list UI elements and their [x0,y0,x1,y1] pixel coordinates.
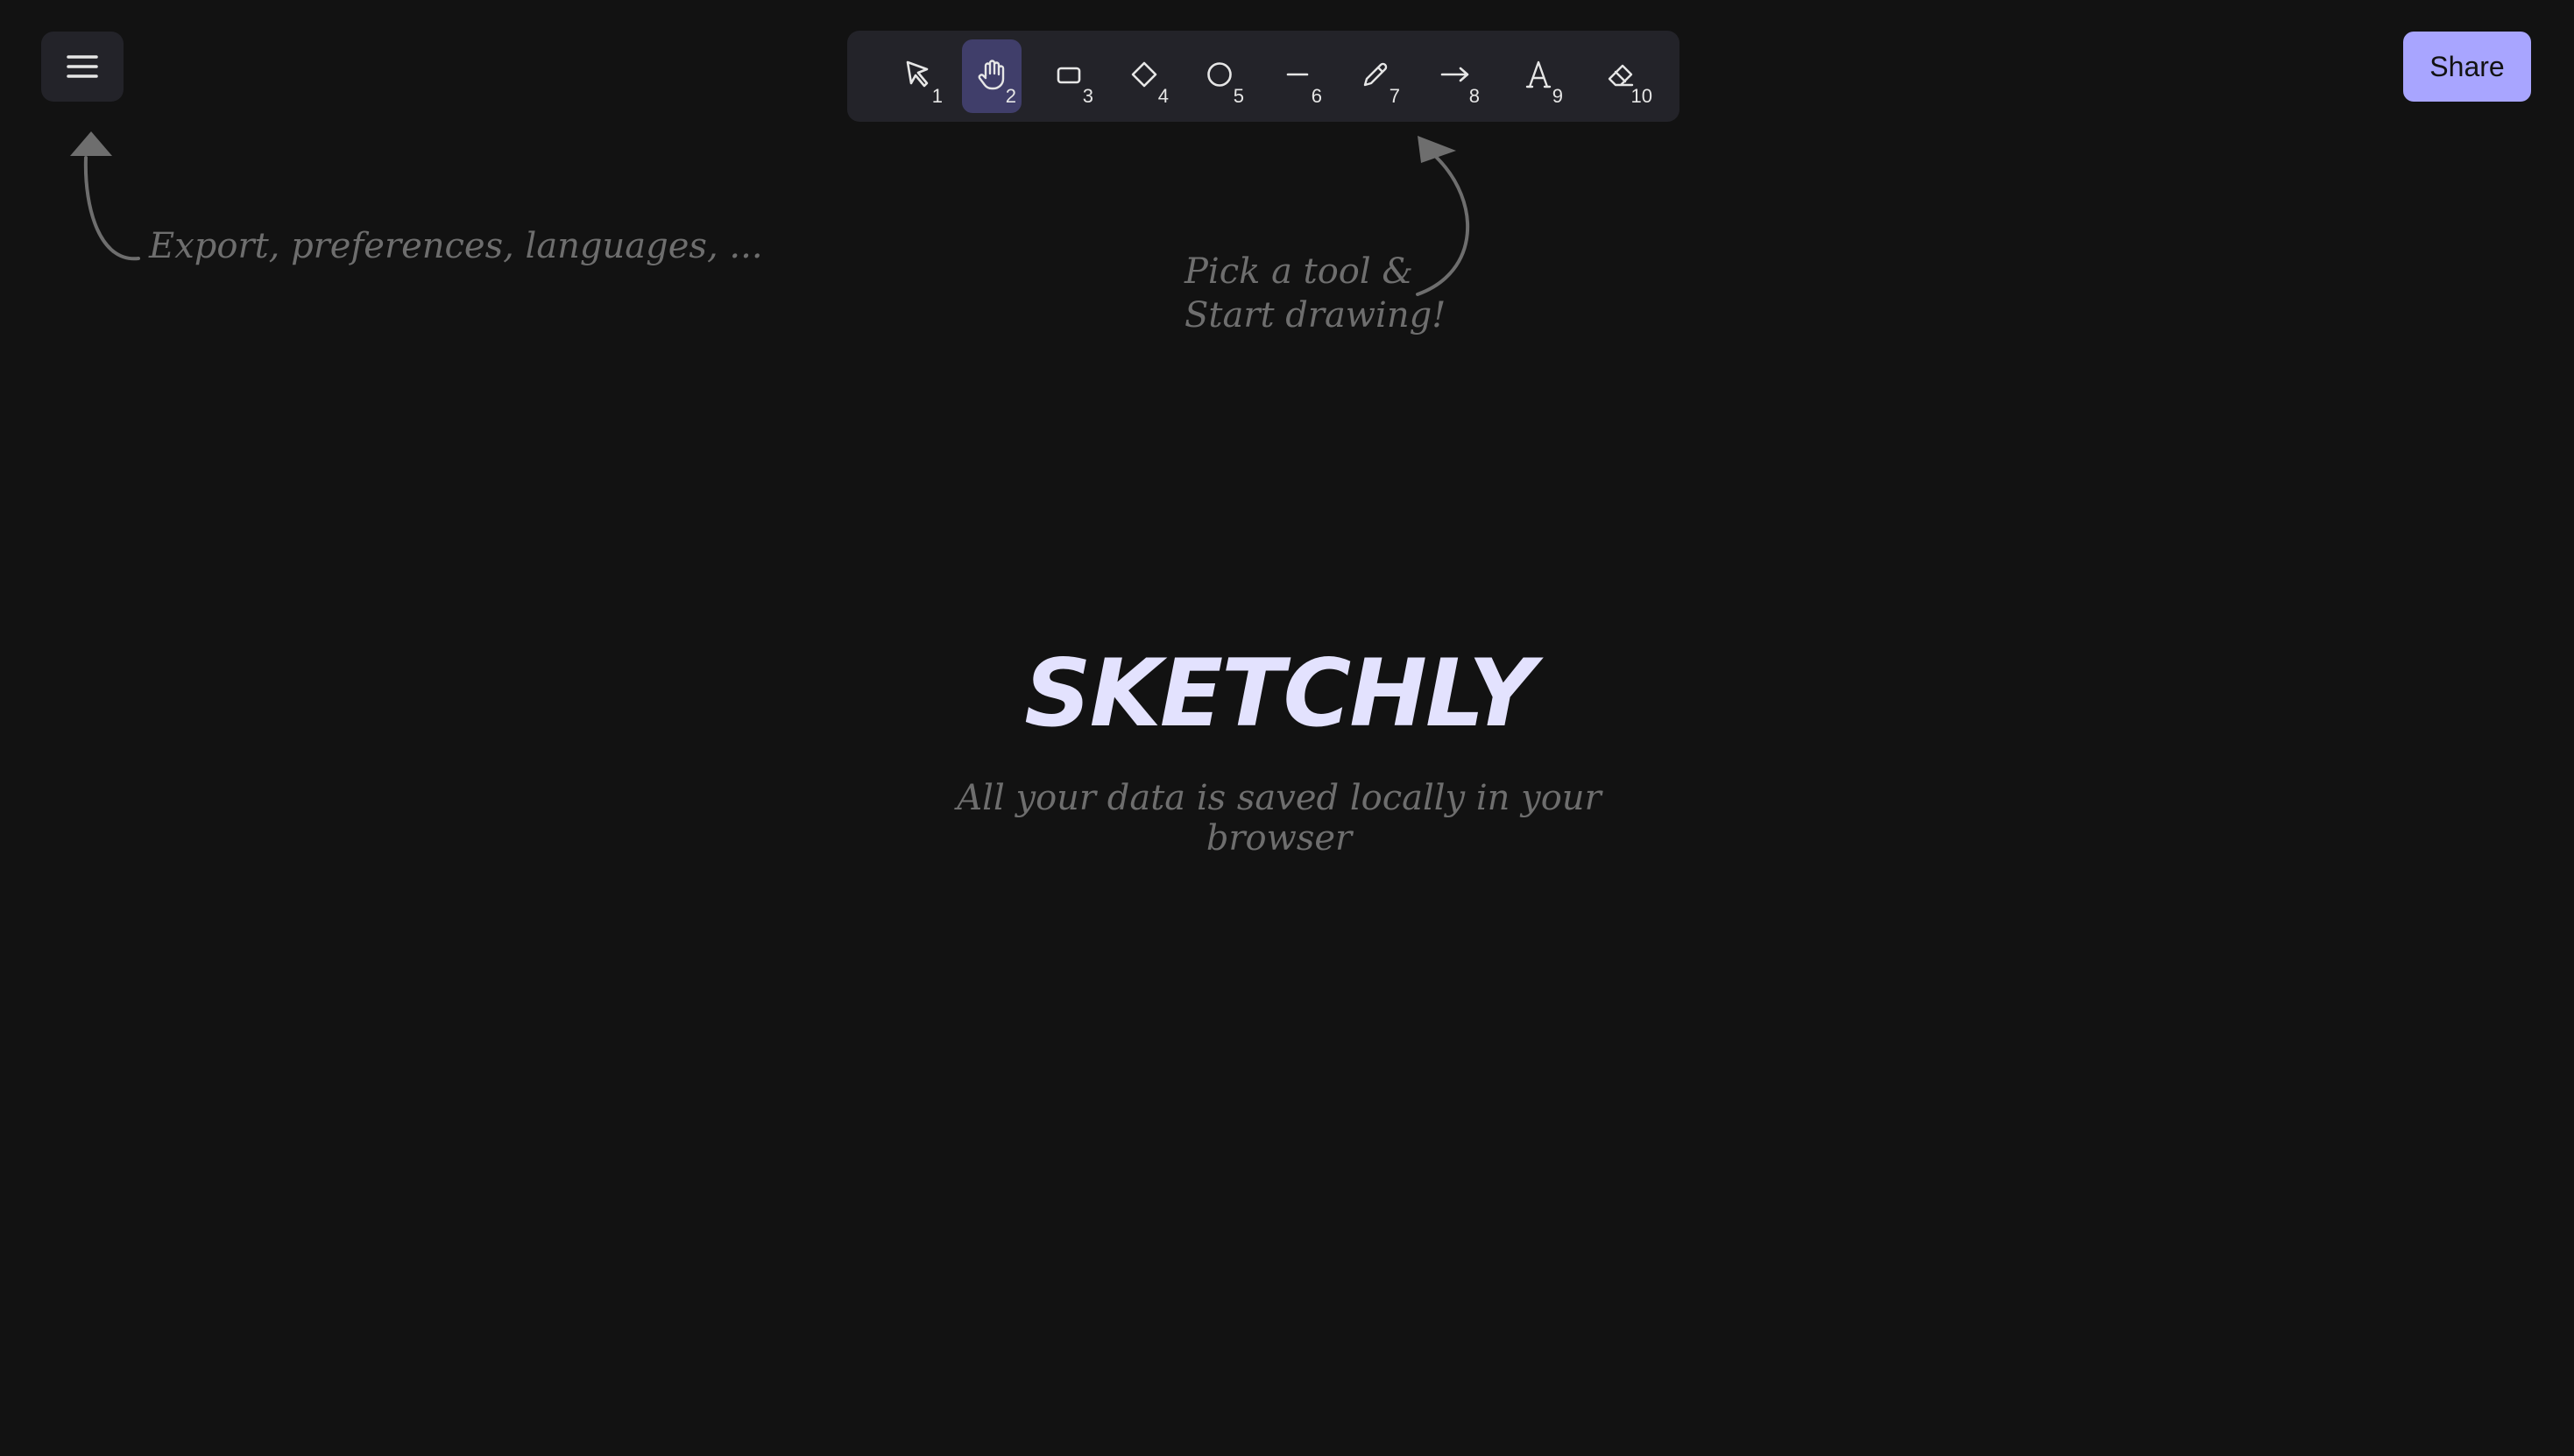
hamburger-menu-icon [67,55,98,78]
tool-key-label: 3 [1082,85,1093,107]
share-button[interactable]: Share [2403,32,2531,102]
tool-key-label: 5 [1233,85,1244,107]
toolbar-hint-line: Start drawing! [1184,295,1446,336]
line-icon [1286,73,1309,76]
tool-key-label: 10 [1630,85,1652,107]
diamond-icon [1131,61,1157,88]
pencil-icon [1363,62,1388,87]
text-icon [1525,60,1552,88]
tool-hand[interactable]: 2 [962,39,1022,113]
tool-selection[interactable]: 1 [888,39,948,113]
toolbar-hint-text: Pick a tool & Start drawing! [1184,250,1446,337]
tool-eraser[interactable]: 10 [1591,39,1658,113]
menu-hint-arrow [70,131,140,261]
tool-diamond[interactable]: 4 [1114,39,1174,113]
tool-arrow[interactable]: 8 [1425,39,1485,113]
pointer-icon [906,60,929,88]
tool-key-label: 8 [1468,85,1480,107]
rectangle-icon [1057,67,1081,84]
tool-key-label: 6 [1311,85,1322,107]
brand-logo-title: SKETCHLY [1024,640,1536,747]
tool-draw[interactable]: 7 [1346,39,1405,113]
tool-line[interactable]: 6 [1268,39,1327,113]
hand-icon [978,60,1005,90]
tool-rectangle[interactable]: 3 [1039,39,1099,113]
toolbar-hint-arrow [1416,136,1470,296]
tool-key-label: 1 [931,85,943,107]
tool-key-label: 7 [1389,85,1400,107]
shapes-toolbar: 1 2 3 4 5 6 7 8 9 10 [847,31,1679,122]
tool-key-label: 4 [1157,85,1169,107]
tool-key-label: 2 [1005,85,1016,107]
tool-text[interactable]: 9 [1509,39,1568,113]
welcome-subtitle: All your data is saved locally in your b… [957,778,1602,859]
main-menu-button[interactable] [41,32,124,102]
toolbar-hint-line: Pick a tool & [1184,251,1413,292]
tool-ellipse[interactable]: 5 [1190,39,1249,113]
tool-key-label: 9 [1552,85,1563,107]
menu-hint-text: Export, preferences, languages, ... [149,226,763,266]
ellipse-icon [1207,62,1232,87]
arrow-icon [1440,67,1469,82]
